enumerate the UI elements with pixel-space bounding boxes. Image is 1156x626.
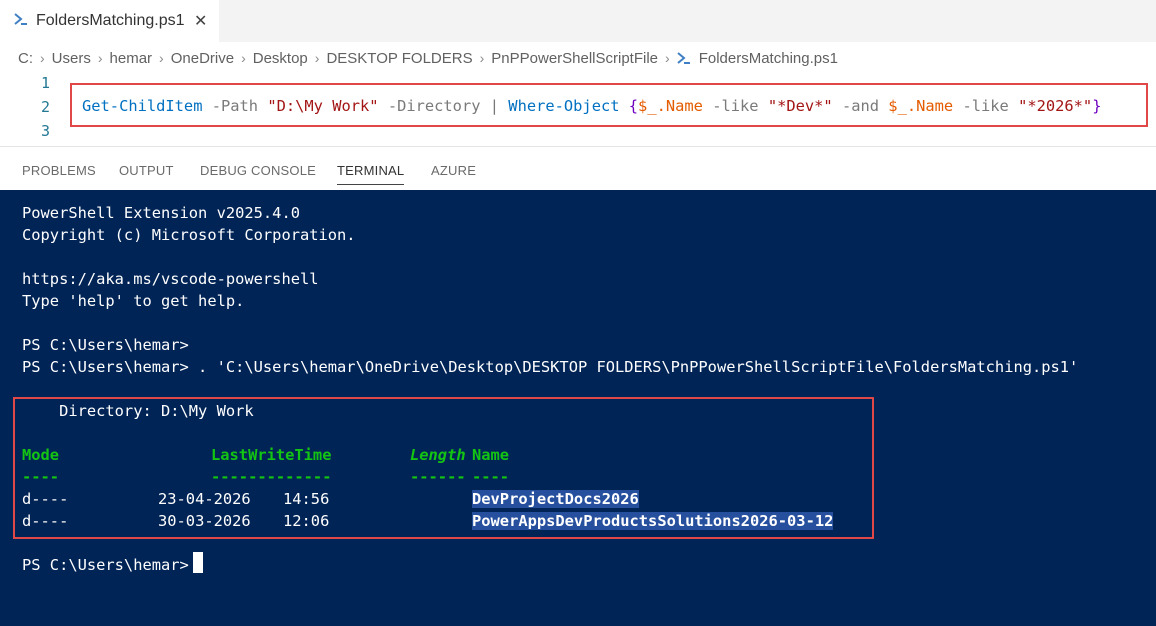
breadcrumb-item[interactable]: PnPPowerShellScriptFile: [491, 50, 658, 67]
code-token: Get-ChildItem: [82, 97, 203, 115]
chevron-right-icon: ›: [40, 50, 45, 66]
tab-azure[interactable]: AZURE: [431, 163, 476, 178]
row-date: 30-03-2026: [158, 512, 251, 530]
chevron-right-icon: ›: [97, 50, 103, 66]
code-token: |: [489, 97, 500, 115]
code-token: -like: [702, 97, 768, 115]
column-underline: -------------: [211, 468, 332, 486]
terminal-line: https://aka.ms/vscode-powershell: [22, 270, 319, 288]
row-date: 23-04-2026: [158, 490, 251, 508]
line-number: 3: [40, 122, 50, 140]
breadcrumb-item[interactable]: DESKTOP FOLDERS: [326, 50, 472, 67]
powershell-icon: [14, 13, 27, 25]
code-token: "*2026*": [1018, 97, 1093, 115]
chevron-right-icon: ›: [314, 50, 320, 66]
terminal-line: PS C:\Users\hemar> . 'C:\Users\hemar\One…: [22, 358, 1079, 376]
code-token: {: [628, 97, 639, 115]
tab-label: FoldersMatching.ps1: [36, 12, 185, 29]
panel-tab-bar: PROBLEMS OUTPUT DEBUG CONSOLE TERMINAL A…: [0, 146, 1156, 190]
breadcrumb-item[interactable]: hemar: [110, 50, 153, 67]
terminal-line: Type 'help' to get help.: [22, 292, 245, 310]
column-header-name: Name: [472, 446, 510, 464]
close-icon[interactable]: ✕: [194, 11, 207, 31]
code-token: "D:\My Work": [267, 97, 379, 115]
chevron-right-icon: ›: [665, 50, 670, 66]
code-token: -like: [953, 97, 1019, 115]
breadcrumb: C: › Users › hemar › OneDrive › Desktop …: [18, 48, 838, 68]
code-token: "*Dev*": [767, 97, 833, 115]
column-header-lastwritetime: LastWriteTime: [211, 446, 332, 464]
tab-problems[interactable]: PROBLEMS: [22, 163, 96, 178]
row-mode: d----: [22, 490, 69, 508]
terminal-line: PowerShell Extension v2025.4.0: [22, 204, 300, 222]
column-underline: ----: [22, 468, 60, 486]
terminal-prompt: PS C:\Users\hemar>: [22, 556, 189, 574]
row-time: 12:06: [283, 512, 330, 530]
terminal-line: Copyright (c) Microsoft Corporation.: [22, 226, 356, 244]
tab-terminal[interactable]: TERMINAL: [337, 163, 405, 185]
terminal[interactable]: PowerShell Extension v2025.4.0 Copyright…: [0, 190, 1156, 626]
column-underline: ----: [472, 468, 510, 486]
tab-output[interactable]: OUTPUT: [119, 163, 174, 178]
chevron-right-icon: ›: [241, 50, 246, 66]
code-token: $_: [888, 97, 907, 115]
code-token: -Path: [202, 97, 268, 115]
code-token: $_: [638, 97, 657, 115]
breadcrumb-item[interactable]: Users: [52, 50, 91, 67]
chevron-right-icon: ›: [159, 50, 164, 66]
column-underline: ------: [410, 468, 466, 486]
terminal-cursor: [193, 552, 203, 573]
code-token: Where-Object: [499, 97, 629, 115]
line-number: 2: [40, 98, 50, 116]
code-token: .Name: [656, 97, 703, 115]
line-number: 1: [40, 74, 50, 92]
directory-line: Directory: D:\My Work: [22, 402, 254, 420]
column-header-length: Length: [410, 446, 466, 464]
code-token: -and: [832, 97, 889, 115]
tab-debug-console[interactable]: DEBUG CONSOLE: [200, 163, 316, 178]
chevron-right-icon: ›: [479, 50, 485, 66]
tab-foldersmatching[interactable]: FoldersMatching.ps1 ✕: [0, 0, 219, 42]
row-name[interactable]: DevProjectDocs2026: [472, 490, 639, 508]
code-token: }: [1092, 97, 1102, 115]
code-line-2[interactable]: Get-ChildItem -Path "D:\My Work" -Direct…: [82, 97, 1101, 115]
code-token: -Directory: [378, 97, 490, 115]
editor-tab-bar: FoldersMatching.ps1 ✕: [0, 0, 1156, 42]
breadcrumb-item[interactable]: Desktop: [253, 50, 308, 67]
row-mode: d----: [22, 512, 69, 530]
breadcrumb-item[interactable]: OneDrive: [171, 50, 234, 67]
row-name[interactable]: PowerAppsDevProductsSolutions2026-03-12: [472, 512, 834, 530]
breadcrumb-item[interactable]: C:: [18, 50, 33, 67]
code-editor[interactable]: 1 2 3 Get-ChildItem -Path "D:\My Work" -…: [0, 70, 1156, 146]
code-token: .Name: [906, 97, 954, 115]
powershell-icon: [677, 52, 690, 64]
breadcrumb-item-file[interactable]: FoldersMatching.ps1: [699, 50, 838, 67]
row-time: 14:56: [283, 490, 330, 508]
column-header-mode: Mode: [22, 446, 60, 464]
terminal-line: PS C:\Users\hemar>: [22, 336, 189, 354]
